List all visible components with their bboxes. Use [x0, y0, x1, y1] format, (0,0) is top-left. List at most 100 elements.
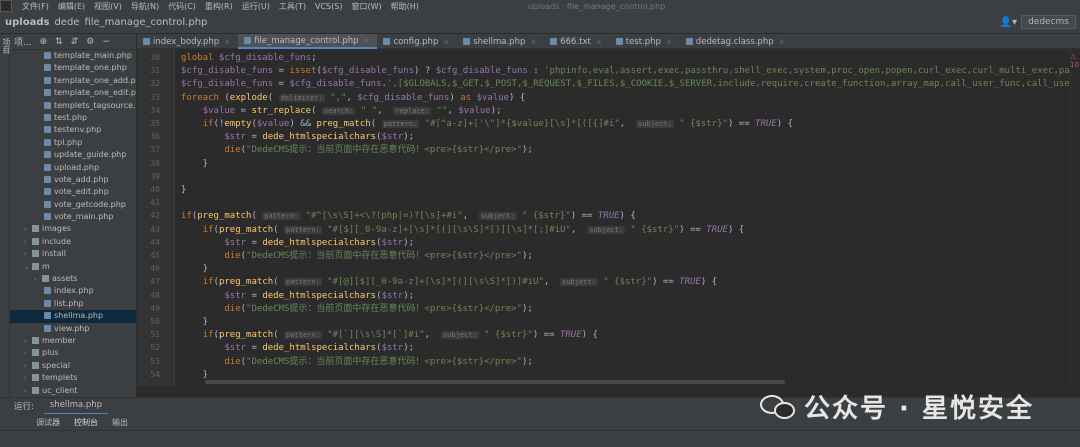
tree-folder[interactable]: › install — [10, 248, 136, 260]
tree-file[interactable]: tpl.php — [10, 137, 136, 149]
project-panel-title[interactable]: 项... — [14, 35, 32, 48]
code-line[interactable]: if(preg_match( pattern: "#^[\s\S]+<\?(ph… — [181, 210, 636, 222]
code-line[interactable]: if(preg_match( pattern: "#[@][$][_0-9a-z… — [181, 276, 717, 288]
tree-file[interactable]: shellma.php — [10, 310, 136, 323]
code-line[interactable]: $str = dede_htmlspecialchars($str); — [181, 290, 414, 302]
breadcrumb-folder[interactable]: dede — [54, 17, 79, 28]
code-line[interactable]: $cfg_disable_funs = $cfg_disable_funs.',… — [181, 78, 1070, 90]
expand-arrow-icon[interactable]: › — [34, 273, 42, 285]
code-line[interactable]: $str = dede_htmlspecialchars($str); — [181, 237, 414, 249]
tree-folder[interactable]: › templets — [10, 372, 136, 384]
expand-arrow-icon[interactable]: › — [24, 385, 32, 397]
breadcrumb-file[interactable]: file_manage_control.php — [84, 17, 207, 28]
code-line[interactable]: die("DedeCMS提示：当前页面中存在恶意代码！<pre>{$str}</… — [181, 356, 532, 368]
tree-file[interactable]: vote_add.php — [10, 174, 136, 186]
menu-item-navigate[interactable]: 导航(N) — [131, 1, 159, 12]
close-icon[interactable]: × — [530, 38, 536, 46]
code-line[interactable]: if(preg_match( pattern: "#[`][\s\S]*[`]#… — [181, 329, 598, 341]
menu-item-window[interactable]: 窗口(W) — [351, 1, 381, 12]
menu-item-help[interactable]: 帮助(H) — [391, 1, 419, 12]
tree-folder[interactable]: ⌄ m — [10, 261, 136, 273]
close-icon[interactable]: × — [666, 38, 672, 46]
run-tab-shellma[interactable]: shellma.php — [43, 398, 109, 415]
tree-file[interactable]: vote_edit.php — [10, 186, 136, 198]
tree-folder[interactable]: › images — [10, 223, 136, 235]
menu-item-refactor[interactable]: 重构(R) — [205, 1, 233, 12]
code-line[interactable]: $cfg_disable_funs = isset($cfg_disable_f… — [181, 65, 1070, 77]
tree-file[interactable]: test.php — [10, 112, 136, 124]
editor-tab[interactable]: shellma.php × — [457, 34, 544, 49]
breadcrumb-project[interactable]: uploads — [5, 17, 49, 28]
expand-icon[interactable]: ⇵ — [71, 37, 79, 47]
menu-item-tools[interactable]: 工具(T) — [279, 1, 306, 12]
scroll-thumb[interactable] — [205, 380, 785, 384]
menu-item-file[interactable]: 文件(F) — [22, 1, 49, 12]
tree-file[interactable]: view.php — [10, 323, 136, 335]
expand-arrow-icon[interactable]: › — [24, 248, 32, 260]
tree-file[interactable]: list.php — [10, 298, 136, 310]
expand-arrow-icon[interactable]: › — [24, 347, 32, 359]
code-line[interactable]: die("DedeCMS提示：当前页面中存在恶意代码！<pre>{$str}</… — [181, 303, 532, 315]
code-line[interactable]: } — [181, 263, 208, 275]
tab-console[interactable]: 控制台 — [74, 417, 98, 428]
code-line[interactable]: global $cfg_disable_funs; — [181, 52, 316, 64]
code-line[interactable]: die("DedeCMS提示：当前页面中存在恶意代码！<pre>{$str}</… — [181, 250, 532, 262]
close-icon[interactable]: × — [224, 38, 230, 46]
tree-file[interactable]: index.php — [10, 285, 136, 297]
menu-item-code[interactable]: 代码(C) — [168, 1, 196, 12]
collapse-icon[interactable]: ⇅ — [55, 37, 63, 47]
run-config-select[interactable]: dedecms — [1021, 15, 1076, 29]
close-icon[interactable]: × — [364, 37, 370, 45]
code-line[interactable]: if(!empty($value) && preg_match( pattern… — [181, 118, 793, 130]
expand-arrow-icon[interactable]: › — [24, 236, 32, 248]
tree-file[interactable]: templets_tagsource.php — [10, 100, 136, 112]
close-icon[interactable]: × — [779, 38, 785, 46]
tab-debugger[interactable]: 调试器 — [36, 417, 60, 428]
tree-file[interactable]: template_main.php — [10, 50, 136, 62]
code-line[interactable]: if(preg_match( pattern: "#[$][_0-9a-z]+[… — [181, 224, 745, 236]
editor-tab[interactable]: index_body.php × — [137, 34, 238, 49]
editor-tab[interactable]: file_manage_control.php × — [238, 34, 378, 49]
minimize-icon[interactable]: − — [102, 37, 110, 47]
tree-folder[interactable]: › plus — [10, 347, 136, 359]
code-line[interactable]: $value = str_replace( search: " ", repla… — [181, 105, 502, 117]
editor-tab[interactable]: test.php × — [610, 34, 680, 49]
menu-item-edit[interactable]: 编辑(E) — [58, 1, 85, 12]
code-line[interactable]: $str = dede_htmlspecialchars($str); — [181, 342, 414, 354]
editor-tab[interactable]: dedetag.class.php × — [680, 34, 793, 49]
code-editor[interactable]: global $cfg_disable_funs; $cfg_disable_fu… — [175, 49, 1070, 386]
expand-arrow-icon[interactable]: › — [24, 223, 32, 235]
tab-output[interactable]: 输出 — [112, 417, 128, 428]
tree-file[interactable]: vote_getcode.php — [10, 199, 136, 211]
code-line[interactable]: } — [181, 158, 208, 170]
expand-arrow-icon[interactable]: › — [24, 335, 32, 347]
tree-folder[interactable]: › member — [10, 335, 136, 347]
tree-file[interactable]: update_guide.php — [10, 149, 136, 161]
close-icon[interactable]: × — [443, 38, 449, 46]
code-line[interactable]: $str = dede_htmlspecialchars($str); — [181, 131, 414, 143]
target-icon[interactable]: ⊕ — [40, 37, 48, 47]
menu-item-vcs[interactable]: VCS(S) — [315, 2, 342, 11]
code-line[interactable]: } — [181, 316, 208, 328]
editor-horizontal-scrollbar[interactable] — [175, 378, 1070, 386]
tree-file[interactable]: vote_main.php — [10, 211, 136, 223]
tree-folder[interactable]: › uc_client — [10, 385, 136, 397]
tree-file[interactable]: template_one_add.php — [10, 75, 136, 87]
tree-file[interactable]: template_one_edit.php — [10, 87, 136, 99]
tree-folder[interactable]: › special — [10, 360, 136, 372]
editor-tab[interactable]: config.php × — [377, 34, 457, 49]
close-icon[interactable]: × — [596, 38, 602, 46]
code-line[interactable]: } — [181, 184, 186, 196]
user-icon[interactable]: 👤▾ — [1000, 17, 1017, 28]
expand-arrow-icon[interactable]: › — [24, 372, 32, 384]
gear-icon[interactable]: ⚙ — [86, 37, 94, 47]
code-line[interactable]: foreach (explode( delimiter: ",", $cfg_d… — [181, 92, 525, 104]
code-line[interactable]: die("DedeCMS提示：当前页面中存在恶意代码！<pre>{$str}</… — [181, 144, 532, 156]
tree-folder[interactable]: › assets — [10, 273, 136, 285]
menu-item-view[interactable]: 视图(V) — [94, 1, 122, 12]
tree-folder[interactable]: › include — [10, 236, 136, 248]
editor-vertical-scrollbar[interactable]: ⚠ 10 — [1070, 49, 1080, 386]
expand-arrow-icon[interactable]: › — [24, 360, 32, 372]
menu-item-run[interactable]: 运行(U) — [242, 1, 270, 12]
editor-tab[interactable]: 666.txt × — [544, 34, 610, 49]
